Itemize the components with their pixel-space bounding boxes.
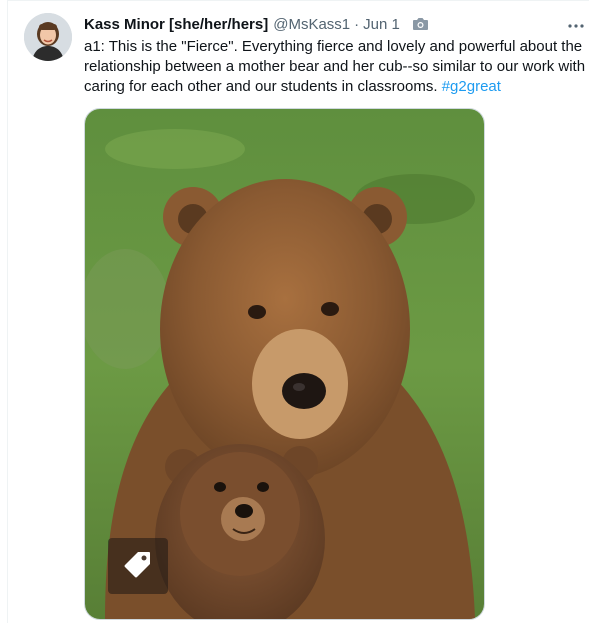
tweet-body: a1: This is the "Fierce". Everything fie… [84, 38, 586, 95]
timeline-border-top [7, 0, 589, 1]
author-avatar[interactable] [24, 13, 72, 61]
tweet-header: Kass Minor [she/her/hers] @MsKass1 · Jun… [84, 14, 589, 34]
tag-people-button[interactable] [108, 538, 168, 594]
more-options-button[interactable] [565, 13, 587, 35]
hashtag-link[interactable]: #g2great [442, 78, 501, 95]
separator-dot: · [354, 15, 360, 33]
tweet-text: a1: This is the "Fierce". Everything fie… [84, 37, 589, 97]
more-dots-icon [568, 15, 584, 33]
timeline-border-left [7, 0, 8, 623]
camera-icon [412, 17, 429, 31]
author-handle[interactable]: @MsKass1 [273, 16, 350, 33]
tag-icon [124, 550, 152, 583]
tweet-date[interactable]: Jun 1 [363, 16, 400, 33]
author-name[interactable]: Kass Minor [she/her/hers] [84, 16, 268, 33]
